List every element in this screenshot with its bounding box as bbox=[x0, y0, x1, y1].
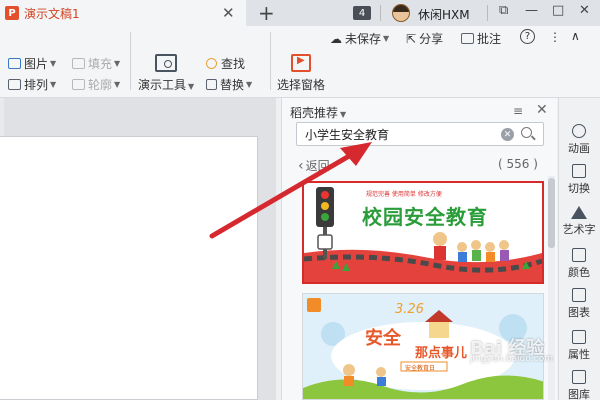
select-pane-icon bbox=[291, 54, 311, 72]
presentation-doc-icon: P bbox=[5, 6, 19, 20]
result-count: ( 556 ) bbox=[498, 157, 538, 171]
chart-icon bbox=[572, 288, 586, 302]
user-name[interactable]: 休闲HXM bbox=[418, 6, 470, 23]
sidebar-item-color[interactable]: 颜色 bbox=[558, 248, 600, 280]
picture-label: 图片 bbox=[24, 57, 49, 71]
close-tab-icon[interactable]: ✕ bbox=[222, 4, 235, 22]
ribbon-separator bbox=[270, 32, 271, 90]
tab-count-badge[interactable]: 4 bbox=[353, 6, 371, 20]
find-button[interactable]: 查找 bbox=[206, 55, 245, 72]
unsaved-label: 未保存 bbox=[345, 32, 382, 46]
user-avatar[interactable] bbox=[392, 4, 410, 22]
unsaved-status-button[interactable]: ☁ 未保存 ▼ bbox=[330, 30, 389, 47]
back-link[interactable]: ‹ 返回 bbox=[298, 157, 330, 174]
campus-safety-tagline: 规范完善 使用简单 修改方便 bbox=[366, 191, 442, 198]
select-pane-label: 选择窗格 bbox=[277, 78, 326, 92]
color-grid-icon bbox=[572, 248, 586, 262]
replace-icon bbox=[206, 79, 217, 90]
fill-button[interactable]: 填充 ▼ bbox=[72, 55, 120, 72]
ribbon-separator bbox=[130, 32, 131, 90]
comment-label: 批注 bbox=[477, 32, 502, 46]
fill-icon bbox=[72, 58, 85, 69]
properties-icon bbox=[572, 330, 586, 344]
safety-matters-date: 3.26 bbox=[395, 302, 424, 317]
presentation-tools-label: 演示工具 ▼ bbox=[138, 78, 195, 92]
arrange-label: 排列 bbox=[24, 78, 49, 92]
pane-close-icon[interactable]: ✕ bbox=[536, 102, 548, 118]
comment-icon bbox=[461, 33, 474, 44]
maximize-icon[interactable]: □ bbox=[552, 3, 564, 18]
template-search-input[interactable] bbox=[305, 126, 485, 142]
picture-button[interactable]: 图片 ▼ bbox=[8, 55, 56, 72]
minimize-icon[interactable]: — bbox=[525, 3, 538, 18]
find-icon bbox=[206, 58, 217, 69]
sidebar-item-properties[interactable]: 属性 bbox=[558, 330, 600, 362]
outline-button[interactable]: 轮廓 ▼ bbox=[72, 76, 120, 93]
title-bar: P 演示文稿1 ✕ + 4 休闲HXM ⧉ — □ ✕ bbox=[0, 0, 600, 26]
presentation-tools-icon bbox=[155, 54, 178, 72]
campus-safety-title: 校园安全教育 bbox=[362, 205, 488, 229]
sidebar-item-chart[interactable]: 图表 bbox=[558, 288, 600, 320]
document-tab[interactable]: P 演示文稿1 bbox=[0, 0, 246, 26]
title-separator bbox=[487, 5, 488, 21]
picture-icon bbox=[8, 58, 21, 69]
gallery-icon bbox=[572, 370, 586, 384]
sidebar-item-transition[interactable]: 切换 bbox=[558, 164, 600, 196]
outline-icon bbox=[72, 79, 85, 90]
restore-window-icon[interactable]: ⧉ bbox=[499, 3, 508, 18]
sidebar-item-wordart[interactable]: 艺术字 bbox=[558, 206, 600, 237]
collapse-ribbon-icon[interactable]: ∧ bbox=[571, 29, 580, 43]
sidebar-item-gallery[interactable]: 图库 bbox=[558, 370, 600, 400]
arrange-icon bbox=[8, 79, 21, 90]
cloud-icon: ☁ bbox=[330, 31, 342, 46]
presentation-tools-button[interactable]: 演示工具 ▼ bbox=[138, 54, 194, 93]
slide-page[interactable] bbox=[0, 136, 258, 400]
safety-matters-title-1: 安全 bbox=[365, 328, 401, 349]
title-separator bbox=[380, 5, 381, 21]
comment-button[interactable]: 批注 bbox=[461, 30, 501, 47]
fill-label: 填充 bbox=[88, 57, 113, 71]
help-icon[interactable]: ? bbox=[520, 29, 535, 44]
select-pane-button[interactable]: 选择窗格 bbox=[277, 54, 325, 93]
pane-title[interactable]: 稻壳推荐 ▼ bbox=[290, 104, 346, 121]
outline-label: 轮廓 bbox=[88, 78, 113, 92]
arrange-button[interactable]: 排列 ▼ bbox=[8, 76, 56, 93]
more-options-icon[interactable]: ⋮ bbox=[549, 30, 561, 44]
pane-menu-icon[interactable]: ≡ bbox=[513, 104, 523, 118]
find-label: 查找 bbox=[221, 57, 246, 71]
template-card-campus-safety[interactable]: 规范完善 使用简单 修改方便 校园安全教育 bbox=[302, 181, 544, 284]
wordart-icon bbox=[571, 206, 587, 219]
replace-button[interactable]: 替换 ▼ bbox=[206, 76, 252, 93]
share-label: 分享 bbox=[419, 32, 444, 46]
close-window-icon[interactable]: ✕ bbox=[579, 3, 590, 18]
search-icon[interactable] bbox=[521, 127, 532, 138]
sidebar-item-animation[interactable]: 动画 bbox=[558, 124, 600, 156]
back-label: 返回 bbox=[305, 159, 330, 173]
share-icon: ⇱ bbox=[406, 31, 417, 46]
chevron-left-icon: ‹ bbox=[298, 157, 304, 174]
document-tab-label: 演示文稿1 bbox=[24, 6, 80, 21]
pane-scrollbar-thumb[interactable] bbox=[548, 178, 555, 248]
template-search-box[interactable]: ✕ bbox=[296, 122, 544, 146]
transition-icon bbox=[572, 164, 586, 178]
replace-label: 替换 bbox=[220, 78, 245, 92]
safety-matters-title-2: 那点事儿 bbox=[415, 346, 468, 361]
animation-icon bbox=[572, 124, 586, 138]
safety-matters-subtitle: 安全教育日 bbox=[405, 365, 436, 372]
watermark-url: jingyan.baidu.com bbox=[470, 354, 554, 364]
share-button[interactable]: ⇱ 分享 bbox=[406, 30, 443, 47]
clear-search-icon[interactable]: ✕ bbox=[501, 128, 514, 141]
new-tab-button[interactable]: + bbox=[258, 0, 275, 26]
